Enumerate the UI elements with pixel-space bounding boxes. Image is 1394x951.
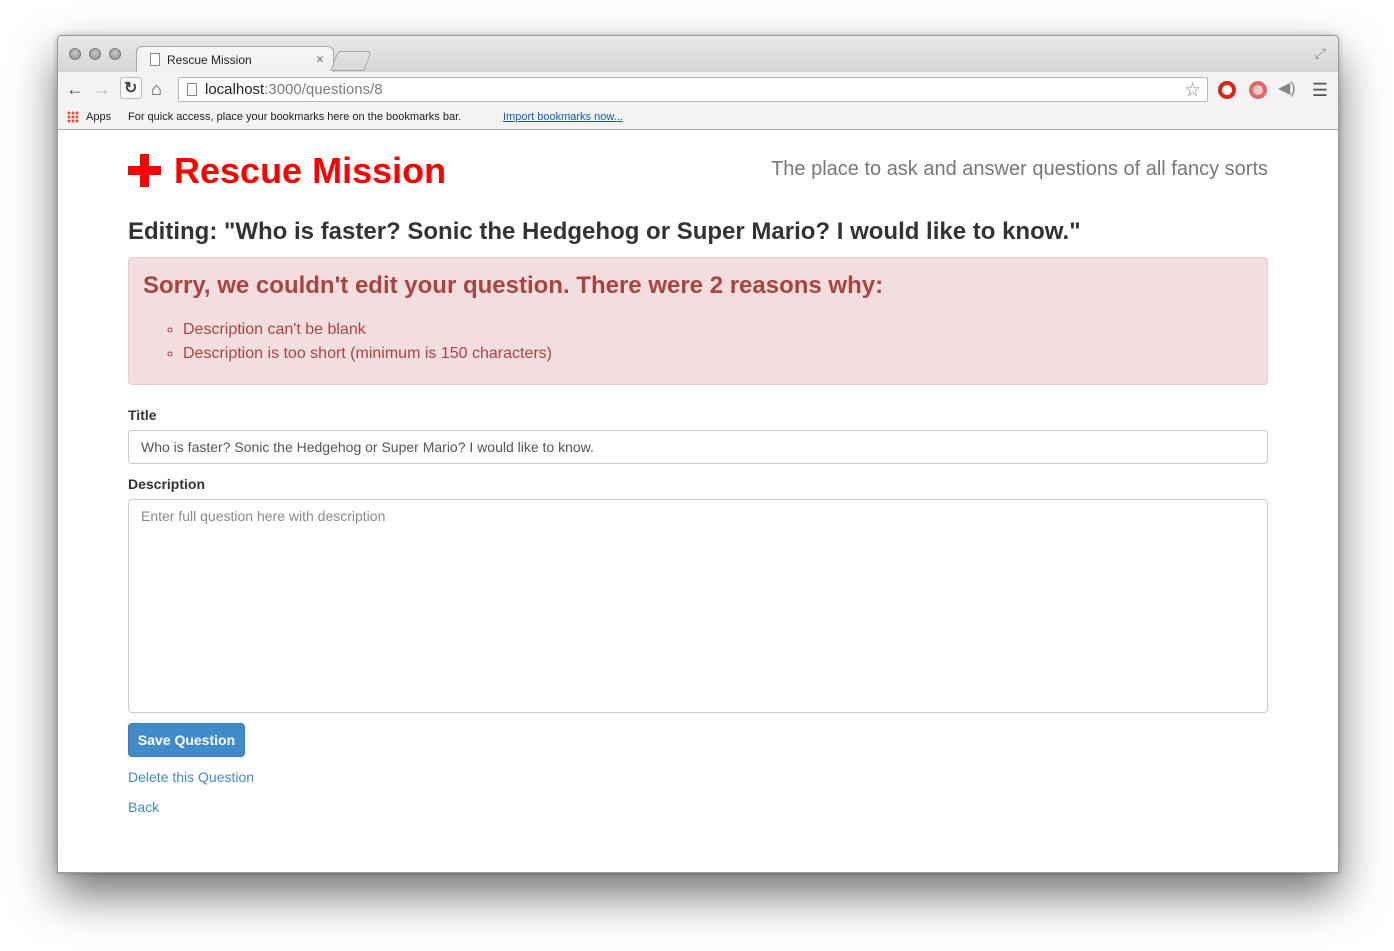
zoom-window-button[interactable] <box>109 48 121 60</box>
tab-title: Rescue Mission <box>167 53 252 67</box>
description-label: Description <box>128 476 206 492</box>
browser-tab[interactable]: Rescue Mission × <box>136 46 334 73</box>
error-alert: Sorry, we couldn't edit your question. T… <box>128 257 1268 385</box>
browser-window: Rescue Mission × ⤢ ← → ↻ ⌂ localhost:300… <box>57 35 1339 873</box>
title-input[interactable] <box>128 430 1268 464</box>
extension-sound-icon[interactable]: ◀) <box>1278 79 1296 99</box>
url-text: localhost:3000/questions/8 <box>205 81 383 98</box>
description-textarea[interactable] <box>128 499 1268 713</box>
forward-arrow-icon[interactable]: → <box>93 79 111 99</box>
back-arrow-icon[interactable]: ← <box>66 79 84 99</box>
site-tagline: The place to ask and answer questions of… <box>771 158 1268 180</box>
minimize-window-button[interactable] <box>89 48 101 60</box>
bookmarks-bar: Apps For quick access, place your bookma… <box>58 106 1338 130</box>
red-cross-icon <box>128 154 161 187</box>
bookmarks-message: For quick access, place your bookmarks h… <box>128 111 462 123</box>
site-brand[interactable]: Rescue Mission <box>174 150 446 192</box>
menu-icon[interactable]: ☰ <box>1312 80 1328 101</box>
reload-button[interactable]: ↻ <box>120 77 142 99</box>
tab-close-icon[interactable]: × <box>316 51 324 67</box>
page-content: Rescue Mission The place to ask and answ… <box>58 130 1338 872</box>
save-question-button[interactable]: Save Question <box>128 723 245 757</box>
back-link[interactable]: Back <box>128 799 159 815</box>
error-list: Description can't be blank Description i… <box>143 318 552 366</box>
extension-icon[interactable] <box>1249 81 1267 99</box>
home-icon[interactable]: ⌂ <box>151 79 162 99</box>
import-bookmarks-link[interactable]: Import bookmarks now... <box>503 111 623 123</box>
title-label: Title <box>128 407 157 423</box>
page-title: Editing: "Who is faster? Sonic the Hedge… <box>128 218 1081 245</box>
page-icon <box>187 83 197 96</box>
reload-icon: ↻ <box>124 80 138 97</box>
delete-question-link[interactable]: Delete this Question <box>128 769 254 785</box>
error-alert-title: Sorry, we couldn't edit your question. T… <box>143 272 884 299</box>
bookmark-star-icon[interactable]: ☆ <box>1184 79 1201 102</box>
browser-toolbar: ← → ↻ ⌂ localhost:3000/questions/8 ☆ ◀) … <box>58 72 1338 106</box>
address-bar[interactable]: localhost:3000/questions/8 ☆ <box>178 77 1208 102</box>
close-window-button[interactable] <box>69 48 81 60</box>
extension-stop-icon[interactable] <box>1218 81 1236 99</box>
page-icon <box>150 53 160 66</box>
apps-label[interactable]: Apps <box>86 111 111 123</box>
error-item: Description is too short (minimum is 150… <box>183 342 552 366</box>
apps-icon[interactable] <box>67 111 79 123</box>
error-item: Description can't be blank <box>183 318 552 342</box>
fullscreen-icon[interactable]: ⤢ <box>1315 45 1326 62</box>
title-bar: Rescue Mission × ⤢ <box>58 36 1338 73</box>
new-tab-button[interactable] <box>330 51 372 71</box>
